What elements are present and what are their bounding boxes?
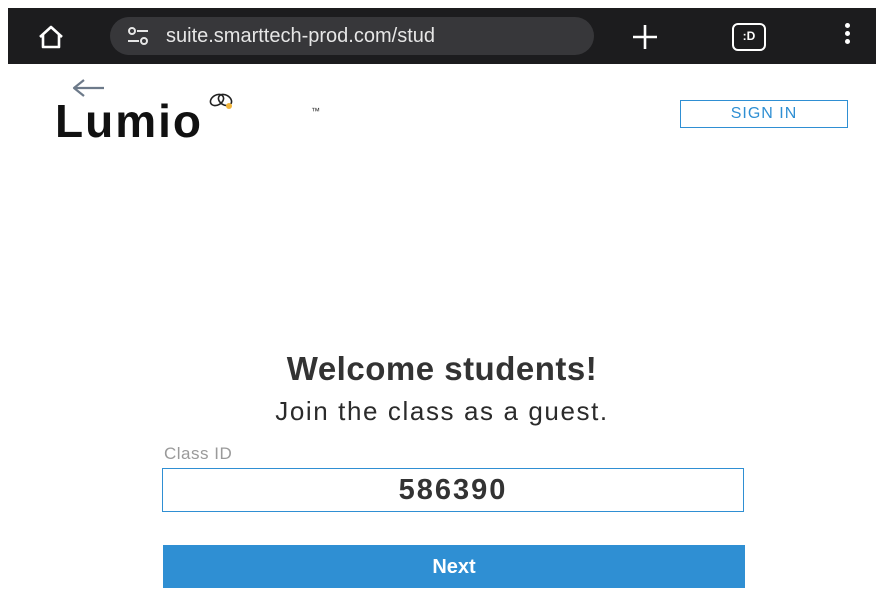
- sign-in-button[interactable]: SIGN IN: [680, 100, 848, 128]
- tabs-icon[interactable]: :D: [732, 23, 766, 51]
- plus-icon[interactable]: [630, 22, 660, 52]
- class-id-label: Class ID: [164, 444, 233, 463]
- class-id-input[interactable]: [162, 468, 744, 512]
- logo-mark-icon: [207, 88, 237, 112]
- lumio-logo: Lumio ™: [55, 88, 345, 148]
- welcome-subtitle: Join the class as a guest.: [275, 396, 609, 426]
- home-icon[interactable]: [36, 24, 66, 50]
- browser-toolbar: suite.smarttech-prod.com/stud :D: [8, 8, 876, 64]
- logo-text: Lumio: [55, 95, 203, 147]
- trademark-mark: ™: [311, 106, 320, 116]
- next-button[interactable]: Next: [163, 545, 745, 588]
- site-info-icon[interactable]: [126, 26, 150, 46]
- address-bar[interactable]: suite.smarttech-prod.com/stud: [110, 17, 594, 55]
- url-text[interactable]: suite.smarttech-prod.com/stud: [166, 17, 584, 55]
- more-vert-icon[interactable]: [840, 23, 854, 51]
- welcome-title: Welcome students!: [286, 350, 598, 387]
